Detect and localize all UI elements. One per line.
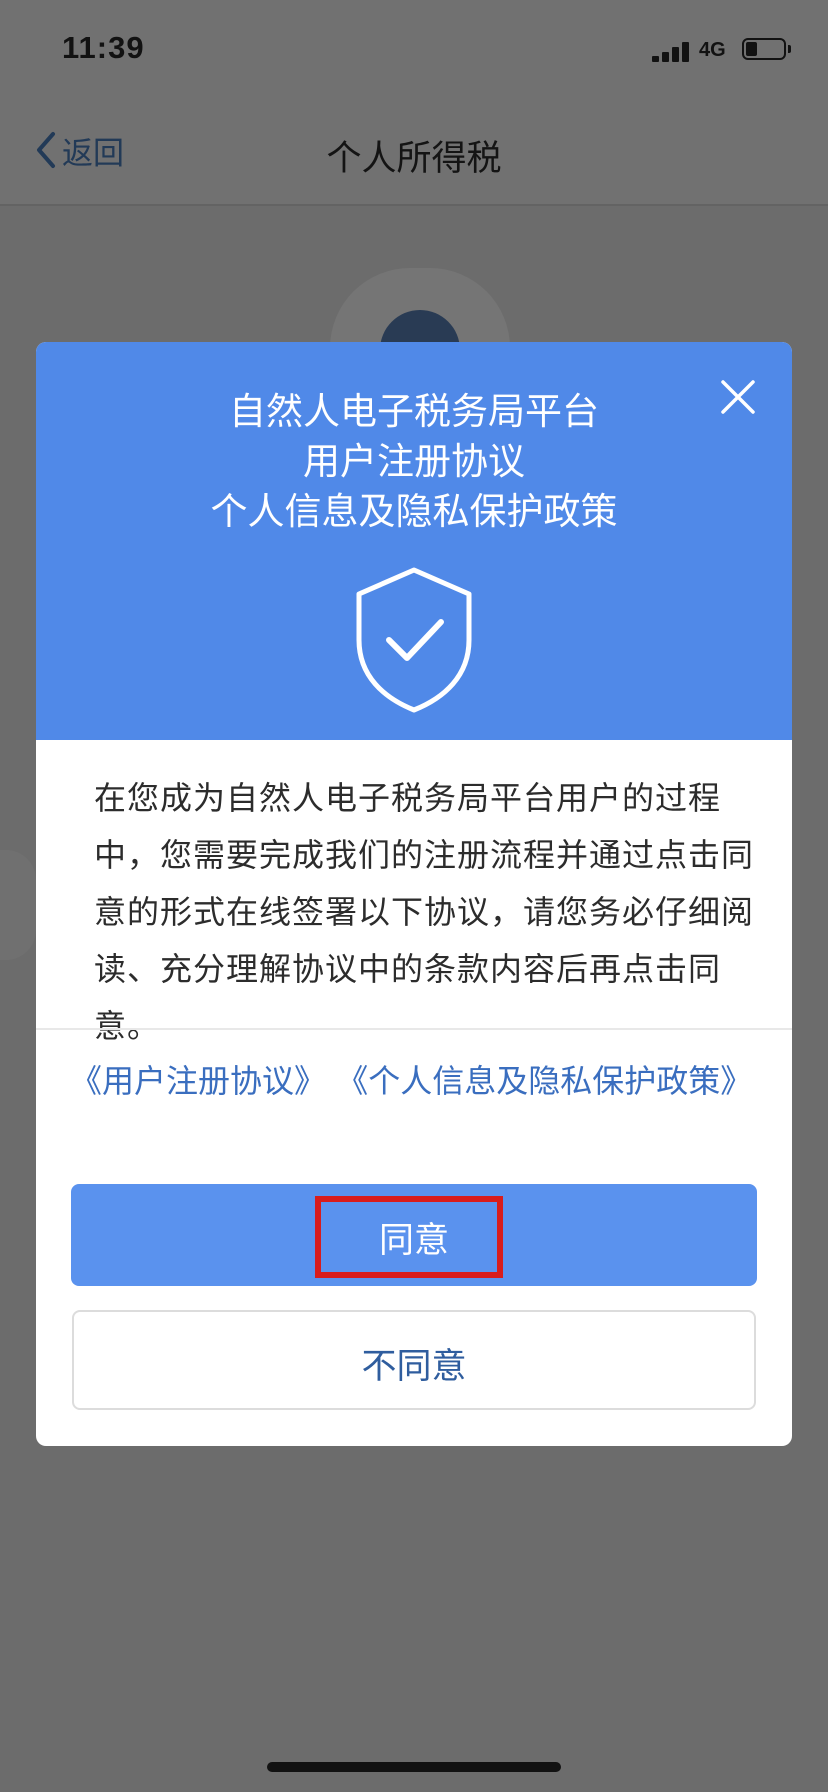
network-type: 4G xyxy=(699,39,726,61)
dialog-title-line2: 用户注册协议 xyxy=(303,440,525,483)
disagree-label: 不同意 xyxy=(361,1347,467,1387)
dialog-title-line3: 个人信息及隐私保护政策 xyxy=(210,490,618,533)
divider xyxy=(36,1028,792,1030)
status-time: 11:39 xyxy=(62,30,145,65)
background-avatar xyxy=(330,268,510,390)
agree-button[interactable]: 同意 xyxy=(71,1184,757,1286)
battery-icon xyxy=(742,38,791,60)
agreement-dialog: 自然人电子税务局平台 用户注册协议 个人信息及隐私保护政策 在您成为自然人电子税… xyxy=(36,342,792,1446)
dialog-header: 自然人电子税务局平台 用户注册协议 个人信息及隐私保护政策 xyxy=(36,342,792,740)
privacy-policy-link[interactable]: 《个人信息及隐私保护政策》 xyxy=(336,1062,752,1100)
status-bar: 11:39 4G xyxy=(0,0,828,100)
page-title: 个人所得税 xyxy=(326,139,502,179)
signal-icon xyxy=(652,42,692,62)
dialog-message: 在您成为自然人电子税务局平台用户的过程中，您需要完成我们的注册流程并通过点击同意… xyxy=(94,779,755,1045)
agreement-links: 《用户注册协议》 《个人信息及隐私保护政策》 xyxy=(70,1056,770,1106)
nav-bar: 返回 个人所得税 xyxy=(0,100,828,206)
registration-agreement-link[interactable]: 《用户注册协议》 xyxy=(70,1062,326,1100)
home-indicator xyxy=(267,1762,561,1772)
agree-label: 同意 xyxy=(378,1221,449,1261)
dialog-title-line1: 自然人电子税务局平台 xyxy=(229,390,599,433)
disagree-button[interactable]: 不同意 xyxy=(72,1310,756,1410)
shield-check-icon xyxy=(356,567,472,713)
background-decoration xyxy=(0,850,36,960)
